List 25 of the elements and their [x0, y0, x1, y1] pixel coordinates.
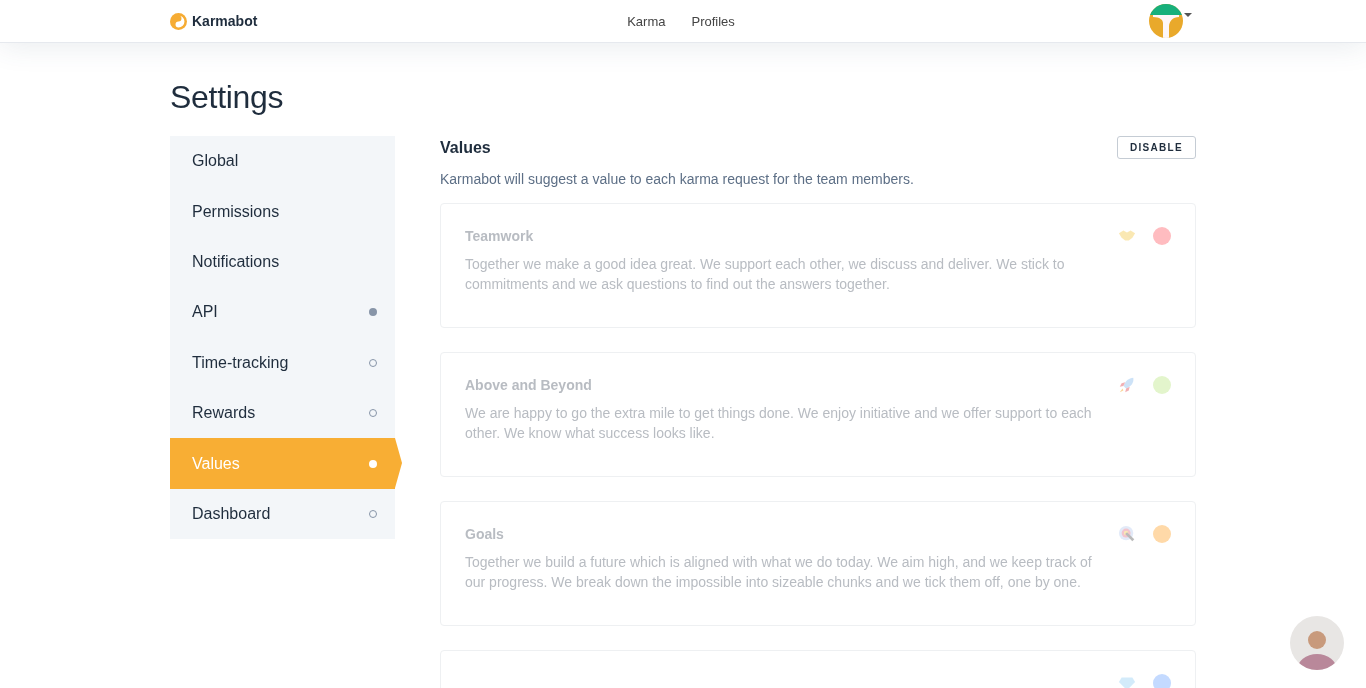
sidebar-item[interactable]: Time-tracking [170, 337, 395, 388]
nav-link[interactable]: Profiles [691, 13, 735, 29]
brand-name[interactable]: Karmabot [192, 13, 258, 29]
disable-button[interactable]: DISABLE [1117, 136, 1196, 159]
yin-yang-logo-icon [170, 12, 187, 30]
sidebar-item[interactable]: Dashboard [170, 488, 395, 540]
target-icon [1118, 525, 1136, 543]
section-title: Values [440, 138, 491, 157]
value-description: Together we build a future which is aligned with what we do today. We aim high, and we keep track of our progress. We break down the impossible into sizeable chunks and we tick them off, one by one. [465, 553, 1093, 592]
caret-icon[interactable] [1184, 13, 1192, 17]
rocket-icon [1118, 376, 1136, 394]
value-description: Together we make a good idea great. We support each other, we discuss and deliver. We stick to commitments and we ask questions to find out the answers together. [465, 255, 1066, 294]
page-title: Settings [170, 79, 285, 116]
value-title: Goals [465, 526, 505, 542]
sidebar-item[interactable]: API [170, 287, 395, 338]
sidebar-item[interactable]: Notifications [170, 236, 395, 288]
nav-link[interactable]: Karma [627, 13, 666, 29]
sidebar-item[interactable]: Permissions [170, 186, 395, 237]
value-title: Teamwork [465, 228, 535, 244]
value-title: Above and Beyond [465, 377, 593, 393]
value-description: We are happy to go the extra mile to get things done. We enjoy initiative and we offer support to each other. We know what success looks like. [465, 404, 1093, 443]
section-description: Karmabot will suggest a value to each karma request for the team members. [440, 171, 915, 187]
sidebar-item[interactable]: Global [170, 136, 395, 187]
sidebar-item[interactable]: Rewards [170, 387, 395, 439]
chat-avatar[interactable] [1290, 616, 1344, 670]
